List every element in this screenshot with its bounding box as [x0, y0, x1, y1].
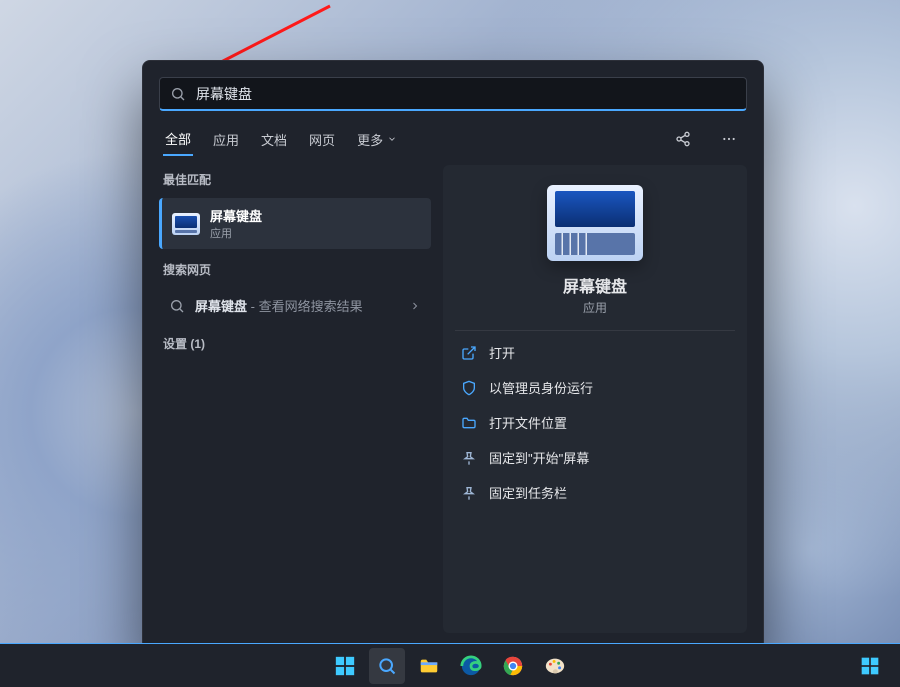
action-label: 打开 [489, 343, 515, 362]
separator [455, 330, 735, 331]
action-run-as-admin[interactable]: 以管理员身份运行 [455, 370, 735, 405]
best-match-subtitle: 应用 [210, 225, 262, 241]
share-button[interactable] [669, 125, 697, 153]
taskbar-explorer-button[interactable] [411, 648, 447, 684]
search-row [143, 61, 763, 121]
web-search-item[interactable]: 屏幕键盘 - 查看网络搜索结果 [159, 288, 431, 323]
section-search-web: 搜索网页 [159, 255, 431, 282]
taskbar-start-button-right[interactable] [852, 648, 888, 684]
folder-icon [461, 415, 477, 431]
tab-all[interactable]: 全部 [163, 123, 193, 156]
section-best-match: 最佳匹配 [159, 165, 431, 192]
action-open[interactable]: 打开 [455, 335, 735, 370]
shield-icon [461, 380, 477, 396]
chevron-down-icon [387, 134, 397, 144]
detail-actions: 打开 以管理员身份运行 打开文件位置 固定到"开始"屏幕 固定到任务栏 [455, 335, 735, 510]
open-external-icon [461, 345, 477, 361]
action-pin-to-start[interactable]: 固定到"开始"屏幕 [455, 440, 735, 475]
start-search-flyout: 全部 应用 文档 网页 更多 最佳匹配 屏幕键盘 应用 搜索网页 [142, 60, 764, 650]
tab-label: 应用 [213, 130, 239, 149]
action-open-file-location[interactable]: 打开文件位置 [455, 405, 735, 440]
taskbar-paint-button[interactable] [537, 648, 573, 684]
tab-web[interactable]: 网页 [307, 124, 337, 155]
best-match-item[interactable]: 屏幕键盘 应用 [159, 198, 431, 249]
tab-more[interactable]: 更多 [355, 124, 399, 155]
action-label: 固定到任务栏 [489, 483, 567, 502]
taskbar [0, 643, 900, 687]
pin-icon [461, 485, 477, 501]
results-panel: 最佳匹配 屏幕键盘 应用 搜索网页 屏幕键盘 - 查看网络搜索结果 [159, 165, 431, 633]
tab-label: 网页 [309, 130, 335, 149]
section-settings: 设置 (1) [159, 329, 431, 356]
filter-tabs: 全部 应用 文档 网页 更多 [143, 121, 763, 157]
on-screen-keyboard-icon [547, 185, 643, 261]
taskbar-chrome-button[interactable] [495, 648, 531, 684]
tab-documents[interactable]: 文档 [259, 124, 289, 155]
taskbar-edge-button[interactable] [453, 648, 489, 684]
search-input[interactable] [196, 86, 736, 102]
action-label: 以管理员身份运行 [489, 378, 593, 397]
detail-subtitle: 应用 [583, 299, 607, 316]
pin-icon [461, 450, 477, 466]
action-label: 固定到"开始"屏幕 [489, 448, 589, 467]
taskbar-search-button[interactable] [369, 648, 405, 684]
on-screen-keyboard-icon [172, 213, 200, 235]
chevron-right-icon [409, 300, 421, 312]
more-button[interactable] [715, 125, 743, 153]
search-box[interactable] [159, 77, 747, 111]
tab-apps[interactable]: 应用 [211, 124, 241, 155]
detail-title: 屏幕键盘 [563, 273, 627, 297]
tab-label: 更多 [357, 130, 383, 149]
search-icon [170, 86, 186, 102]
action-label: 打开文件位置 [489, 413, 567, 432]
tab-label: 全部 [165, 129, 191, 148]
search-icon [169, 298, 185, 314]
action-pin-to-taskbar[interactable]: 固定到任务栏 [455, 475, 735, 510]
tab-label: 文档 [261, 130, 287, 149]
detail-panel: 屏幕键盘 应用 打开 以管理员身份运行 打开文件位置 固定到"开始 [443, 165, 747, 633]
web-search-suffix: - 查看网络搜索结果 [247, 299, 363, 314]
best-match-title: 屏幕键盘 [210, 206, 262, 225]
taskbar-start-button[interactable] [327, 648, 363, 684]
web-search-query: 屏幕键盘 [195, 299, 247, 314]
